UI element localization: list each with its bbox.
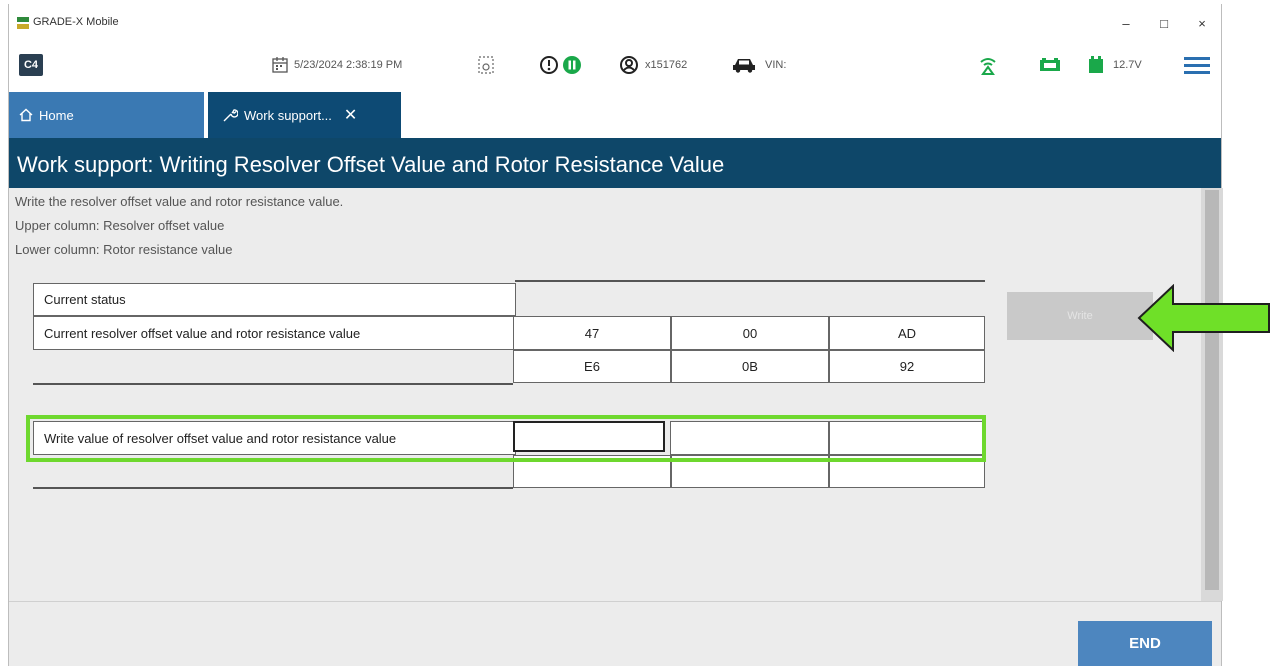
description-line: Upper column: Resolver offset value [15, 218, 225, 233]
tab-close-button[interactable]: ✕ [344, 105, 357, 125]
minimize-button[interactable]: – [1111, 12, 1141, 36]
table-divider [33, 487, 513, 489]
write-button[interactable]: Write [1007, 292, 1153, 340]
vin-label: VIN: [765, 59, 787, 71]
annotation-arrow-icon [1137, 284, 1270, 352]
table-divider [33, 383, 513, 385]
battery-icon [1089, 56, 1103, 73]
tab-home-label: Home [39, 107, 74, 123]
alert-button[interactable] [539, 54, 559, 76]
battery-status: 12.7V [1087, 54, 1142, 76]
voltage-text: 12.7V [1113, 59, 1142, 71]
table-divider [515, 280, 985, 282]
car-icon [733, 59, 755, 73]
user-icon [620, 56, 638, 74]
current-status-label: Current status [33, 283, 516, 316]
status-toolbar: C4 5/23/2024 2:38:19 PM x151762 VIN: 12.… [9, 46, 1221, 92]
app-logo-icon [17, 17, 29, 29]
footer-bar [9, 601, 1221, 666]
tab-bar: Home Work support... ✕ [9, 92, 1221, 138]
home-icon [19, 108, 33, 122]
menu-button[interactable] [1184, 54, 1210, 76]
screenshot-button[interactable] [477, 54, 495, 76]
description-line: Lower column: Rotor resistance value [15, 242, 233, 257]
datetime-text: 5/23/2024 2:38:19 PM [294, 59, 403, 71]
title-bar: GRADE-X Mobile – □ × [9, 4, 1221, 46]
alert-icon [540, 56, 558, 74]
datetime-display: 5/23/2024 2:38:19 PM [271, 54, 402, 76]
vi-connection-status[interactable] [1038, 54, 1062, 76]
signal-status[interactable] [977, 54, 999, 76]
calendar-icon [272, 57, 288, 73]
pause-icon [563, 56, 581, 74]
current-values-label: Current resolver offset value and rotor … [33, 316, 516, 350]
current-upper-value-3: AD [829, 316, 985, 350]
vertical-scrollbar[interactable] [1201, 188, 1223, 601]
menu-icon [1184, 57, 1210, 74]
user-display: x151762 [619, 54, 687, 76]
signal-icon [980, 58, 996, 75]
screenshot-icon [478, 56, 494, 74]
current-upper-value-1: 47 [513, 316, 671, 350]
tab-work-support-label: Work support... [244, 107, 332, 123]
c4-badge: C4 [19, 54, 43, 76]
pause-button[interactable] [562, 54, 582, 76]
wrench-icon [223, 109, 238, 122]
current-lower-value-3: 92 [829, 350, 985, 383]
tab-work-support[interactable]: Work support... ✕ [208, 92, 401, 138]
close-window-button[interactable]: × [1187, 12, 1217, 36]
write-row-highlight [26, 415, 986, 462]
app-window: GRADE-X Mobile – □ × C4 5/23/2024 2:38:1… [8, 4, 1223, 666]
end-button[interactable]: END [1078, 621, 1212, 666]
current-upper-value-2: 00 [671, 316, 829, 350]
user-id: x151762 [645, 59, 688, 71]
current-lower-value-1: E6 [513, 350, 671, 383]
description-line: Write the resolver offset value and roto… [15, 194, 344, 209]
maximize-button[interactable]: □ [1149, 12, 1179, 36]
scrollbar-thumb[interactable] [1205, 190, 1219, 590]
current-lower-value-2: 0B [671, 350, 829, 383]
window-title: GRADE-X Mobile [33, 16, 119, 28]
page-title: Work support: Writing Resolver Offset Va… [9, 138, 1221, 188]
tab-home[interactable]: Home [9, 92, 204, 138]
vi-connection-icon [1040, 58, 1060, 71]
vin-display: VIN: [731, 54, 786, 76]
